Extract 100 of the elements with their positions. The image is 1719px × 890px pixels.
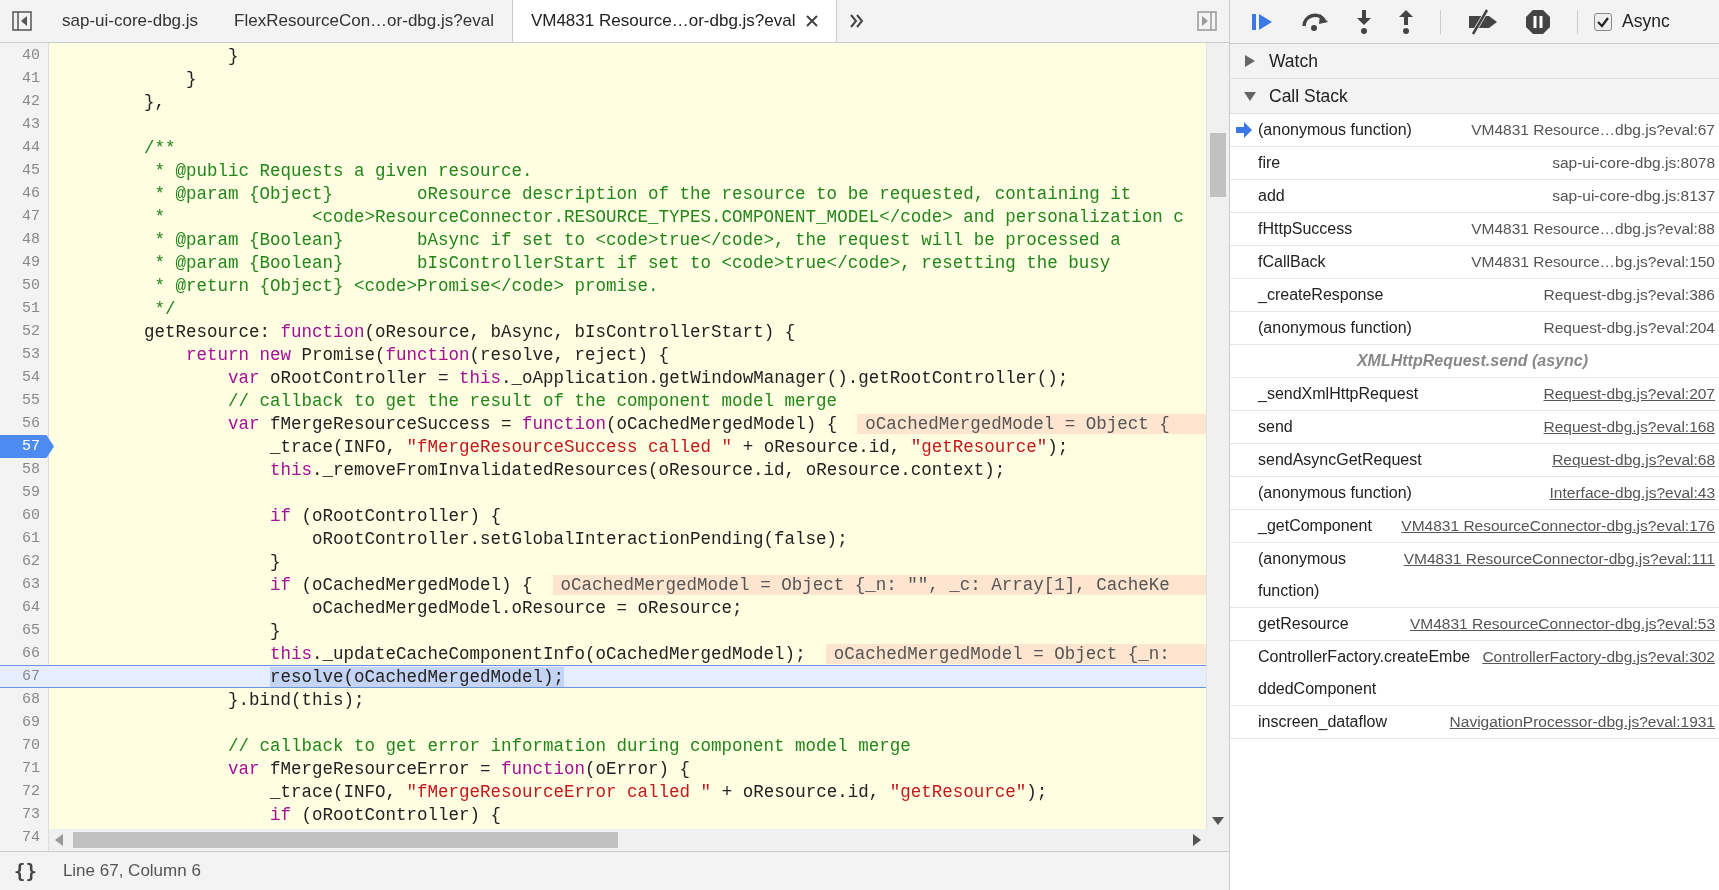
source-link[interactable]: NavigationProcessor-dbg.js?eval:1931 <box>1441 706 1715 738</box>
line-number: 56 <box>21 414 41 434</box>
line-number: 51 <box>21 299 41 319</box>
source-link[interactable]: Interface-dbg.js?eval:43 <box>1541 477 1715 509</box>
source-link[interactable]: Request-dbg.js?eval:168 <box>1535 411 1715 443</box>
checkbox-label: Async <box>1622 11 1670 32</box>
function-name[interactable]: send <box>1258 411 1536 443</box>
function-name[interactable]: _sendXmlHttpRequest <box>1258 378 1536 410</box>
code-comment: // callback to get error information during component model merge <box>227 735 911 756</box>
line-number: 59 <box>21 483 41 503</box>
function-name[interactable]: (anonymous function) <box>1258 543 1396 607</box>
code-line: var fMergeResourceError = function(oError) { <box>227 758 691 779</box>
code-line: _trace(INFO, "fMergeResourceSuccess called " + oResource.id, "getResource"); <box>269 436 1069 457</box>
source-link[interactable]: sap-ui-core-dbg.js:8078 <box>1544 147 1715 179</box>
code-line: oCachedMergedModel.oResource = oResource; <box>311 597 743 618</box>
source-link[interactable]: Request-dbg.js?eval:68 <box>1544 444 1715 476</box>
function-name[interactable]: (anonymous function) <box>1258 477 1542 509</box>
horizontal-scrollbar[interactable] <box>49 829 1207 851</box>
line-number: 65 <box>21 621 41 641</box>
line-number: 43 <box>21 115 41 135</box>
function-name[interactable]: fCallBack <box>1258 246 1464 278</box>
line-number: 40 <box>21 46 41 66</box>
scrollbar-thumb[interactable] <box>73 832 618 848</box>
function-name[interactable]: add <box>1258 180 1545 212</box>
line-number: 49 <box>21 253 41 273</box>
code-line: if (oCachedMergedModel) { <box>269 574 533 595</box>
code-line: oRootController.setGlobalInteractionPending(false); <box>311 528 848 549</box>
file-tab[interactable]: sap-ui-core-dbg.js <box>44 0 217 42</box>
source-link[interactable]: VM4831 Resource…dbg.js?eval:88 <box>1463 213 1715 245</box>
step-into-icon[interactable] <box>1356 8 1372 35</box>
pause-icon[interactable] <box>1525 8 1551 35</box>
section-header[interactable]: Watch <box>1230 44 1719 79</box>
async-separator-label: XMLHttpRequest.send (async) <box>1356 351 1589 371</box>
line-number: 61 <box>21 529 41 549</box>
function-name[interactable]: getResource <box>1258 608 1402 640</box>
line-number: 47 <box>21 207 41 227</box>
source-link[interactable]: sap-ui-core-dbg.js:8137 <box>1544 180 1715 212</box>
code-line: } <box>269 551 281 572</box>
scroll-right-icon[interactable] <box>1193 834 1201 846</box>
code-line: this._removeFromInvalidatedResources(oResource.id, oResource.context); <box>269 459 1006 480</box>
source-link[interactable]: VM4831 ResourceConnector-dbg.js?eval:111 <box>1395 543 1715 575</box>
source-link[interactable]: VM4831 ResourceConnector-dbg.js?eval:176 <box>1393 510 1715 542</box>
line-number: 64 <box>21 598 41 618</box>
code-comment: * @return {Object} <code>Promise</code> promise. <box>153 275 659 296</box>
code-comment: // callback to get the result of the component model merge <box>227 390 838 411</box>
file-tab[interactable]: FlexResourceCon…or-dbg.js?eval <box>216 0 512 42</box>
checkmark-icon <box>1597 15 1609 28</box>
step-out-icon[interactable] <box>1398 8 1414 35</box>
code-line: }, <box>143 91 166 112</box>
code-comment: * @param {Object} oResource description of the resource to be requested, containing it <box>153 183 1132 204</box>
line-number: 48 <box>21 230 41 250</box>
source-link[interactable]: VM4831 Resource…dbg.js?eval:67 <box>1463 114 1715 146</box>
vertical-scrollbar[interactable] <box>1206 43 1229 851</box>
line-number: 41 <box>21 69 41 89</box>
pretty-print-button[interactable]: {} <box>14 860 37 882</box>
line-number: 50 <box>21 276 41 296</box>
line-number: 70 <box>21 736 41 756</box>
function-name[interactable]: _createResponse <box>1258 279 1536 311</box>
section-header[interactable]: Call Stack <box>1230 79 1719 114</box>
cursor-position: Line 67, Column 6 <box>62 861 201 881</box>
function-name[interactable]: fHttpSuccess <box>1258 213 1464 245</box>
function-name[interactable]: (anonymous function) <box>1258 114 1464 146</box>
code-comment: * <code>ResourceConnector.RESOURCE_TYPES.COMPONENT_MODEL</code> and personalization c <box>153 206 1184 227</box>
line-number: 73 <box>21 805 41 825</box>
code-line: var oRootController = this._oApplication.getWindowManager().getRootController(); <box>227 367 1069 388</box>
more-tabs-icon[interactable] <box>848 14 865 28</box>
line-number: 44 <box>21 138 41 158</box>
code-line: if (oRootController) { <box>269 505 502 526</box>
navigator-toggle-icon[interactable] <box>12 11 32 31</box>
function-name[interactable]: sendAsyncGetRequest <box>1258 444 1545 476</box>
code-comment: /** <box>143 137 176 158</box>
source-link[interactable]: Request-dbg.js?eval:204 <box>1535 312 1715 344</box>
source-link[interactable]: Request-dbg.js?eval:207 <box>1535 378 1715 410</box>
line-number: 71 <box>21 759 41 779</box>
file-tab[interactable]: VM4831 Resource…or-dbg.js?eval <box>511 0 837 42</box>
function-name[interactable]: (anonymous function) <box>1258 312 1536 344</box>
line-number: 58 <box>21 460 41 480</box>
code-line: _trace(INFO, "fMergeResourceError called " + oResource.id, "getResource"); <box>269 781 1048 802</box>
code-line: if (oRootController) { <box>269 804 502 825</box>
source-link[interactable]: VM4831 Resource…bg.js?eval:150 <box>1463 246 1715 278</box>
source-link[interactable]: Request-dbg.js?eval:386 <box>1535 279 1715 311</box>
source-link[interactable]: ControllerFactory-dbg.js?eval:302 <box>1474 641 1715 673</box>
source-link[interactable]: VM4831 ResourceConnector-dbg.js?eval:53 <box>1402 608 1715 640</box>
code-line: } <box>185 68 197 89</box>
code-line: getResource: function(oResource, bAsync, bIsControllerStart) { <box>143 321 796 342</box>
function-name[interactable]: _getComponent <box>1258 510 1394 542</box>
function-name[interactable]: inscreen_dataflow <box>1258 706 1442 738</box>
scroll-down-icon[interactable] <box>1212 817 1224 825</box>
function-name[interactable]: fire <box>1258 147 1545 179</box>
code-comment: * @param {Boolean} bAsync if set to <code>true</code>, the request will be processed a <box>153 229 1121 250</box>
line-number: 42 <box>21 92 41 112</box>
scrollbar-thumb[interactable] <box>1210 133 1226 197</box>
line-number: 53 <box>21 345 41 365</box>
line-number: 55 <box>21 391 41 411</box>
code-comment: */ <box>153 298 176 319</box>
deactivate-breakpoints-icon[interactable] <box>1467 7 1499 36</box>
close-icon[interactable] <box>805 15 818 27</box>
async-checkbox[interactable] <box>1594 12 1612 31</box>
sidebar-toggle-icon[interactable] <box>1197 11 1217 31</box>
line-number: 62 <box>21 552 41 572</box>
